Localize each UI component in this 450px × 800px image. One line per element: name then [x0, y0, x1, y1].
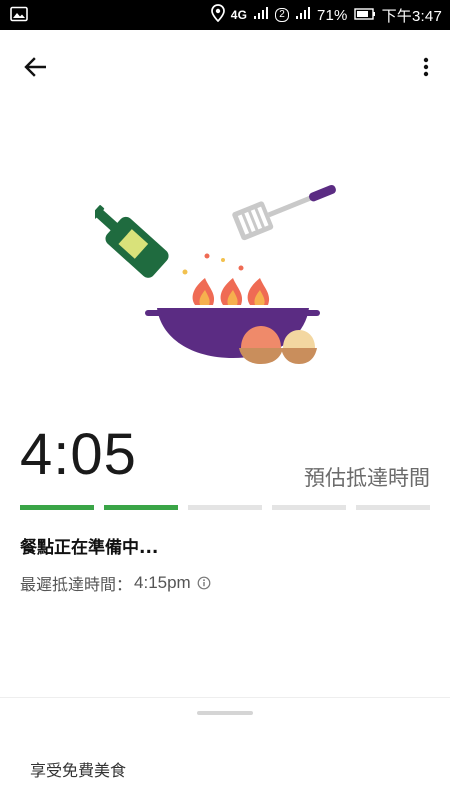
- progress-segment-pending: [356, 505, 430, 510]
- info-button[interactable]: [197, 576, 211, 590]
- spark-dot: [238, 265, 244, 271]
- more-options-button[interactable]: [416, 50, 436, 84]
- bottle-illustration: [95, 205, 169, 278]
- bottom-sheet-handle[interactable]: [197, 711, 253, 715]
- latest-arrival-label: 最遲抵達時間：: [20, 575, 133, 594]
- cooking-illustration: [95, 184, 336, 364]
- app-bar: [0, 30, 450, 100]
- sim-indicator: 2: [275, 8, 289, 22]
- signal-icon: [253, 6, 269, 24]
- latest-arrival-row: 最遲抵達時間： 4:15pm: [20, 571, 211, 595]
- network-type: 4G: [230, 8, 248, 22]
- eta-time: 4:05: [20, 422, 137, 487]
- progress-segment-pending: [272, 505, 346, 510]
- more-vert-icon: [423, 57, 429, 77]
- clock: 下午3:47: [381, 7, 442, 25]
- bottom-sheet-title[interactable]: 享受免費美食: [30, 757, 126, 781]
- location-icon: [210, 4, 225, 26]
- battery-percent: 71%: [316, 6, 348, 24]
- bottom-sheet-divider: [0, 697, 450, 698]
- progress-segment-pending: [188, 505, 262, 510]
- progress-segment-done: [20, 505, 94, 510]
- order-status-text: 餐點正在準備中...: [20, 538, 159, 558]
- battery-icon: [353, 7, 376, 24]
- eta-label: 預估抵達時間: [304, 466, 430, 490]
- gallery-notification-icon: [10, 6, 28, 26]
- back-button[interactable]: [18, 50, 52, 84]
- arrow-left-icon: [24, 57, 46, 77]
- latest-arrival-value: 4:15pm: [134, 573, 191, 592]
- info-icon: [197, 576, 211, 590]
- flames-illustration: [192, 278, 270, 305]
- order-progress-bar: [20, 505, 430, 510]
- spark-dot: [204, 253, 210, 259]
- spatula-illustration: [232, 184, 336, 241]
- signal-icon-2: [295, 6, 311, 24]
- spark-dot: [182, 269, 188, 275]
- status-bar: 4G 2 71% 下午3:47: [0, 0, 450, 30]
- spark-dot: [221, 258, 225, 262]
- progress-segment-done: [104, 505, 178, 510]
